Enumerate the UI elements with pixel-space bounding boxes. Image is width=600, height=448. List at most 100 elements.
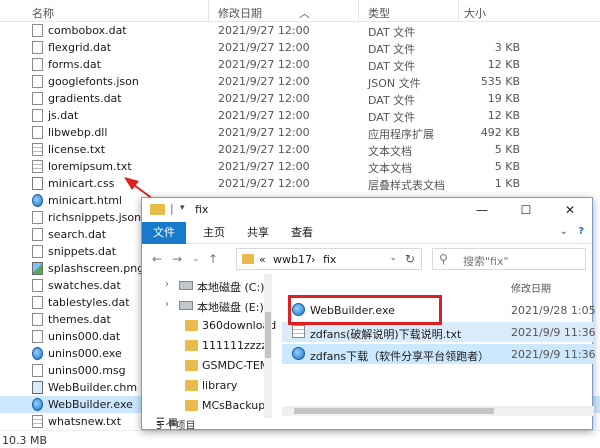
file-type: 层叠样式表文档 (368, 179, 445, 192)
txt-file-icon (32, 415, 43, 428)
folder-icon (185, 380, 198, 391)
file-name: zdfans下载（软件分享平台领跑者） (310, 350, 490, 363)
nav-item[interactable]: › 本地磁盘 (E:) (142, 296, 264, 315)
file-row[interactable]: zdfans(破解说明)下载说明.txt 2021/9/9 11:36 (282, 322, 596, 342)
file-name: forms.dat (48, 58, 101, 71)
file-date: 2021/9/9 11:36 (511, 326, 596, 339)
navigation-bar: ← → ⌄ ↑ « wwb17 › fix ⌄ ↻ ⚲ 搜索"fix" (142, 244, 592, 274)
file-row[interactable]: combobox.dat 2021/9/27 12:00 DAT 文件 (0, 22, 600, 39)
file-row[interactable]: libwebp.dll 2021/9/27 12:00 应用程序扩展 492 KB (0, 124, 600, 141)
file-row[interactable]: loremipsum.txt 2021/9/27 12:00 文本文档 5 KB (0, 158, 600, 175)
nav-item-label: 111111zzzz (202, 339, 268, 352)
breadcrumb-parent[interactable]: wwb17 (273, 253, 312, 266)
doc-file-icon (32, 109, 43, 122)
file-type: 文本文档 (368, 162, 412, 175)
back-icon[interactable]: ← (152, 252, 162, 266)
column-date-header[interactable]: 修改日期 (218, 5, 262, 21)
tab-view[interactable]: 查看 (282, 222, 322, 244)
file-name: themes.dat (48, 313, 111, 326)
file-name: WebBuilder.chm (48, 381, 138, 394)
search-box[interactable]: ⚲ 搜索"fix" (432, 248, 586, 270)
scroll-thumb[interactable] (294, 408, 494, 414)
file-date: 2021/9/28 1:05 (511, 304, 596, 317)
file-icon (292, 325, 305, 338)
file-row[interactable]: zdfans下载（软件分享平台领跑者） 2021/9/9 11:36 (282, 344, 596, 364)
file-row[interactable]: gradients.dat 2021/9/27 12:00 DAT 文件 19 KB (0, 90, 600, 107)
tab-file[interactable]: 文件 (142, 222, 186, 244)
file-name: minicart.html (48, 194, 122, 207)
recent-locations-icon[interactable]: ⌄ (192, 254, 200, 264)
address-bar[interactable]: « wwb17 › fix ⌄ ↻ (236, 248, 422, 270)
nav-item[interactable]: 360download (142, 316, 276, 335)
tab-home[interactable]: 主页 (194, 222, 234, 244)
forward-icon[interactable]: → (172, 252, 182, 266)
nav-item[interactable]: 111111zzzz (142, 336, 268, 355)
refresh-icon[interactable]: ↻ (405, 252, 415, 266)
file-date: 2021/9/27 12:00 (218, 160, 310, 173)
ribbon-expand-icon[interactable]: ⌄ (560, 226, 568, 237)
nav-item[interactable]: › 本地磁盘 (C:) (142, 276, 264, 295)
chm-file-icon (32, 381, 43, 394)
column-divider[interactable] (208, 0, 209, 22)
folder-icon (242, 254, 254, 264)
drive-icon (179, 301, 193, 310)
horizontal-scrollbar[interactable] (282, 406, 594, 416)
file-row[interactable]: minicart.css 2021/9/27 12:00 层叠样式表文档 1 KB (0, 175, 600, 192)
nav-item[interactable]: library (142, 376, 264, 395)
file-name: unins000.dat (48, 330, 121, 343)
window-title: fix (195, 203, 209, 216)
doc-file-icon (32, 126, 43, 139)
minimize-button[interactable]: — (460, 198, 504, 222)
file-row[interactable]: forms.dat 2021/9/27 12:00 DAT 文件 12 KB (0, 56, 600, 73)
column-divider[interactable] (458, 0, 459, 22)
nav-item[interactable]: GSMDC-TEM (142, 356, 269, 375)
view-toggle-icons[interactable]: ☰ ▦ (156, 417, 584, 428)
tab-share[interactable]: 共享 (238, 222, 278, 244)
file-row[interactable]: flexgrid.dat 2021/9/27 12:00 DAT 文件 3 KB (0, 39, 600, 56)
nav-item-label: 本地磁盘 (C:) (197, 281, 265, 294)
column-size-header[interactable]: 大小 (464, 5, 486, 21)
css-file-icon (32, 177, 43, 190)
up-icon[interactable]: ↑ (208, 252, 218, 266)
doc-file-icon (32, 364, 43, 377)
address-dropdown-icon[interactable]: ⌄ (389, 253, 397, 263)
column-type-header[interactable]: 类型 (368, 5, 390, 21)
quick-access-chevron-icon[interactable]: ▾ (180, 203, 185, 213)
scroll-thumb[interactable] (265, 312, 271, 358)
file-size: 3 KB (494, 41, 520, 54)
doc-file-icon (32, 58, 43, 71)
drive-icon (179, 281, 193, 290)
breadcrumb-overflow[interactable]: « (259, 253, 266, 266)
maximize-button[interactable]: ☐ (504, 198, 548, 222)
title-bar[interactable]: | ▾ fix — ☐ ✕ (142, 198, 592, 222)
file-type: JSON 文件 (368, 77, 421, 90)
doc-file-icon (32, 75, 43, 88)
column-name-header[interactable]: 名称 (32, 5, 54, 21)
file-name: swatches.dat (48, 279, 121, 292)
chevron-right-icon[interactable]: › (165, 299, 169, 310)
file-row[interactable]: license.txt 2021/9/27 12:00 文本文档 5 KB (0, 141, 600, 158)
file-size: 12 KB (487, 58, 520, 71)
txt-file-icon (32, 160, 43, 173)
window-status-bar: 3 个项目 ☰ ▦ (142, 416, 592, 432)
chevron-right-icon[interactable]: › (165, 279, 169, 290)
close-button[interactable]: ✕ (548, 198, 592, 222)
navigation-pane: › 本地磁盘 (C:) › 本地磁盘 (E:) 360download 111111zzz… (142, 274, 276, 418)
file-icon (292, 347, 305, 360)
file-date: 2021/9/9 11:36 (511, 348, 596, 361)
doc-file-icon (32, 330, 43, 343)
column-divider[interactable] (358, 0, 359, 22)
doc-file-icon (32, 313, 43, 326)
breadcrumb-current[interactable]: fix (323, 253, 336, 266)
file-row[interactable]: js.dat 2021/9/27 12:00 DAT 文件 12 KB (0, 107, 600, 124)
nav-scrollbar[interactable] (264, 274, 272, 418)
column-date-header[interactable]: 修改日期 (511, 280, 551, 295)
file-name: flexgrid.dat (48, 41, 112, 54)
folder-icon (185, 400, 198, 411)
file-row[interactable]: googlefonts.json 2021/9/27 12:00 JSON 文件 53… (0, 73, 600, 90)
search-icon: ⚲ (439, 252, 448, 266)
doc-file-icon (32, 279, 43, 292)
help-icon[interactable]: ? (578, 226, 584, 237)
file-name: search.dat (48, 228, 107, 241)
nav-item[interactable]: MCsBackup (142, 396, 265, 415)
